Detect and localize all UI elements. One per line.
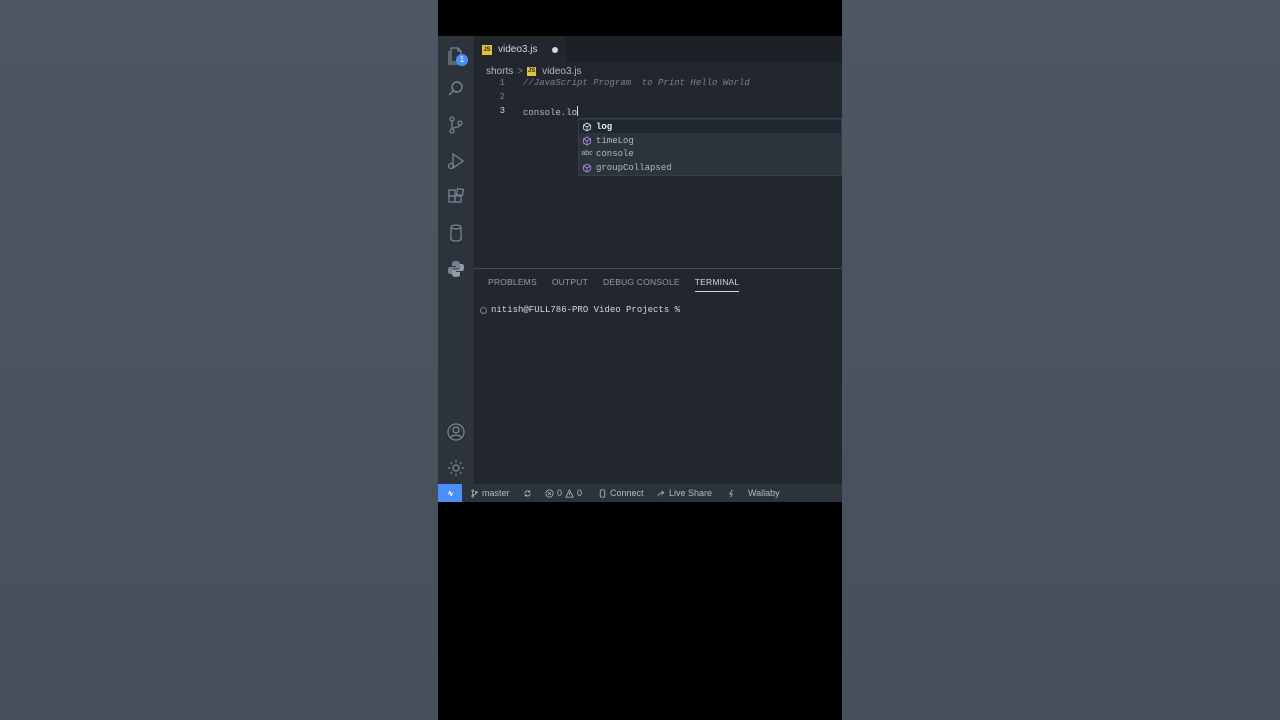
suggestion-label: timeLog	[596, 135, 634, 146]
line-number: 2	[499, 92, 505, 102]
tab-problems[interactable]: PROBLEMS	[488, 277, 537, 292]
line-number: 3	[499, 106, 505, 116]
remote-indicator[interactable]	[438, 484, 462, 502]
suggestion-item[interactable]: abc console	[579, 147, 841, 160]
status-bar: master 0 0 Connect Live Share Wallaby	[438, 484, 842, 502]
sync-button[interactable]	[523, 484, 535, 502]
wallaby-icon	[728, 489, 734, 497]
database-connect-icon	[599, 488, 606, 498]
breadcrumb-folder[interactable]: shorts	[486, 66, 513, 77]
suggestion-label: groupCollapsed	[596, 162, 672, 173]
branch-indicator[interactable]: master	[470, 484, 510, 502]
suggestion-label: console	[596, 148, 634, 159]
error-icon	[545, 488, 554, 498]
breadcrumb-file[interactable]: video3.js	[542, 66, 581, 77]
warning-count: 0	[577, 488, 583, 498]
warning-icon	[565, 488, 574, 498]
tab-output[interactable]: OUTPUT	[552, 277, 588, 292]
activity-bar: 1	[438, 36, 474, 484]
bottom-panel: PROBLEMS OUTPUT DEBUG CONSOLE TERMINAL n…	[474, 268, 842, 485]
sync-icon	[524, 489, 531, 497]
line-number: 1	[499, 78, 505, 88]
vscode-window: 1 JS video3.js shorts > JS video3.js 1 /…	[438, 36, 842, 502]
live-share-button[interactable]: Live Share	[657, 484, 712, 502]
tab-terminal[interactable]: TERMINAL	[694, 277, 740, 292]
background-left	[0, 0, 438, 720]
extensions-icon[interactable]	[446, 187, 466, 207]
text-cursor	[577, 106, 579, 116]
connect-label: Connect	[610, 488, 644, 498]
live-share-label: Live Share	[669, 488, 713, 498]
database-icon[interactable]	[446, 223, 466, 243]
unsaved-dot-icon[interactable]	[552, 47, 558, 53]
suggestion-item[interactable]: timeLog	[579, 134, 841, 147]
run-debug-icon[interactable]	[446, 151, 466, 171]
terminal[interactable]: nitish@FULL786-PRO Video Projects %	[480, 305, 680, 315]
error-count: 0	[557, 488, 563, 498]
editor-tab[interactable]: JS video3.js	[474, 36, 566, 62]
suggestion-item[interactable]: groupCollapsed	[579, 161, 841, 174]
terminal-status-circle-icon	[480, 306, 487, 314]
code-line: 2	[474, 92, 842, 105]
method-cube-icon	[581, 121, 593, 133]
source-control-icon[interactable]	[446, 115, 466, 135]
terminal-prompt: nitish@FULL786-PRO Video Projects %	[491, 305, 681, 315]
code-line: 1 //JavaScript Program to Print Hello Wo…	[474, 78, 842, 91]
panel-tabs: PROBLEMS OUTPUT DEBUG CONSOLE TERMINAL	[488, 277, 754, 292]
connect-button[interactable]: Connect	[598, 484, 644, 502]
text-abc-icon: abc	[581, 150, 593, 157]
wallaby-label: Wallaby	[748, 488, 780, 498]
javascript-file-icon: JS	[482, 44, 492, 55]
editor-tab-bar: JS video3.js	[474, 36, 842, 62]
branch-name: master	[482, 488, 510, 498]
code-typed-member: lo	[566, 108, 578, 118]
code-object: console.	[523, 108, 567, 118]
wallaby-button[interactable]: Wallaby	[727, 484, 780, 502]
suggestion-label: log	[596, 121, 613, 132]
suggestion-item[interactable]: log	[579, 120, 841, 133]
tab-debug-console[interactable]: DEBUG CONSOLE	[603, 277, 680, 292]
breadcrumb: shorts > JS video3.js	[486, 64, 582, 78]
background-right	[842, 0, 1280, 720]
javascript-file-icon: JS	[527, 66, 537, 76]
problems-indicator[interactable]: 0 0	[545, 484, 582, 502]
search-icon[interactable]	[446, 79, 466, 99]
autocomplete-suggestions: log timeLog abc console groupCollapsed	[578, 118, 842, 176]
settings-gear-icon[interactable]	[446, 458, 466, 478]
tab-title: video3.js	[498, 44, 538, 55]
account-icon[interactable]	[446, 422, 466, 442]
method-cube-icon	[581, 162, 593, 174]
explorer-badge: 1	[456, 54, 468, 66]
git-branch-icon	[471, 488, 478, 498]
live-share-icon	[657, 489, 665, 496]
method-cube-icon	[581, 135, 593, 147]
code-comment: //JavaScript Program to Print Hello Worl…	[523, 78, 750, 88]
code-text: console.lo	[523, 106, 579, 118]
python-icon[interactable]	[446, 259, 466, 279]
breadcrumb-separator: >	[517, 65, 524, 77]
video-frame: 1 JS video3.js shorts > JS video3.js 1 /…	[438, 0, 842, 720]
remote-icon	[446, 490, 454, 496]
